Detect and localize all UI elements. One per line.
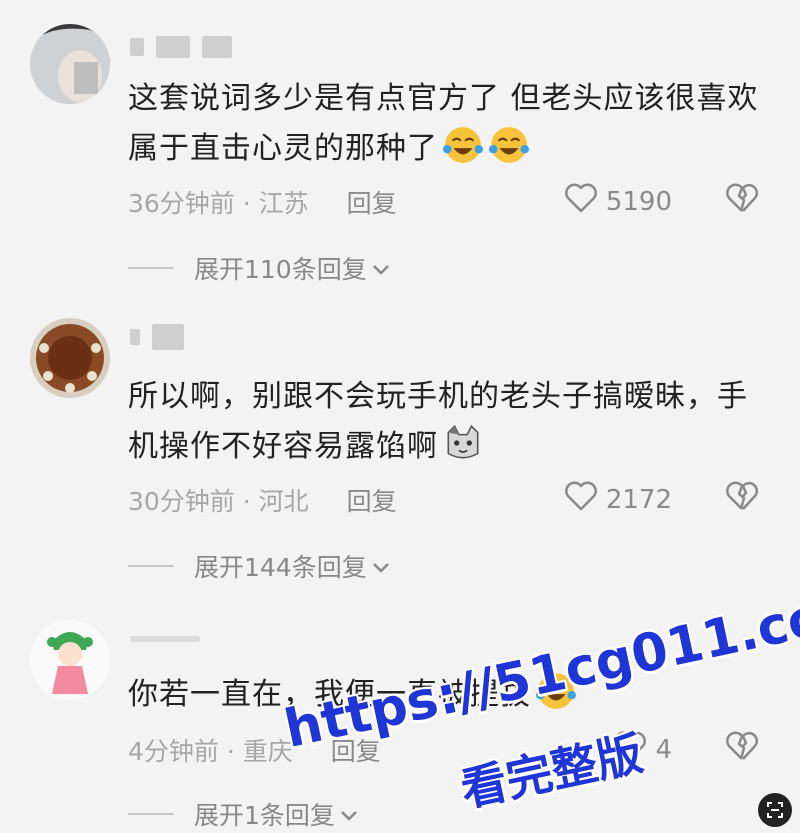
broken-heart-icon[interactable]	[724, 730, 760, 766]
like-button[interactable]: 2172	[564, 480, 672, 519]
username-redacted[interactable]	[130, 34, 232, 60]
heart-icon	[564, 182, 598, 221]
cat-face-emoji-icon	[442, 422, 484, 464]
chevron-down-icon	[371, 254, 391, 283]
divider	[128, 565, 174, 567]
username-redacted[interactable]	[130, 626, 200, 652]
comment-text: 这套说词多少是有点官方了 但老头应该很喜欢属于直击心灵的那种了	[128, 81, 759, 166]
divider	[128, 813, 174, 815]
like-count: 2172	[605, 484, 672, 515]
expand-replies-button[interactable]: 展开144条回复	[128, 548, 391, 584]
like-button[interactable]: 5190	[564, 182, 672, 221]
watermark-caption: 看完整版	[456, 725, 648, 818]
avatar[interactable]	[30, 24, 110, 104]
avatar[interactable]	[30, 318, 110, 398]
chevron-down-icon	[339, 800, 359, 829]
watermark-url: https://51cg011.com	[279, 575, 800, 760]
time-location: 36分钟前 · 江苏	[128, 189, 309, 218]
laughing-crying-emoji-icon	[488, 124, 530, 166]
reply-button[interactable]: 回复	[347, 482, 397, 518]
chevron-down-icon	[371, 552, 391, 581]
username-redacted[interactable]	[130, 324, 184, 350]
divider	[128, 267, 174, 269]
like-count: 5190	[605, 186, 672, 217]
broken-heart-icon[interactable]	[724, 480, 760, 516]
like-count: 4	[655, 734, 672, 765]
time-location: 30分钟前 · 河北	[128, 487, 309, 516]
expand-replies-button[interactable]: 展开110条回复	[128, 250, 391, 286]
broken-heart-icon[interactable]	[724, 182, 760, 218]
reply-button[interactable]: 回复	[347, 184, 397, 220]
laughing-crying-emoji-icon	[442, 124, 484, 166]
avatar[interactable]	[30, 620, 110, 700]
heart-icon	[564, 480, 598, 519]
comment-text: 所以啊，别跟不会玩手机的老头子搞暧昧，手机操作不好容易露馅啊	[128, 379, 748, 464]
scan-icon[interactable]	[758, 793, 792, 827]
time-location: 4分钟前 · 重庆	[128, 737, 293, 766]
expand-replies-button[interactable]: 展开1条回复	[128, 796, 359, 832]
comment-meta: 36分钟前 · 江苏 回复	[128, 184, 397, 220]
comment-meta: 30分钟前 · 河北 回复	[128, 482, 397, 518]
